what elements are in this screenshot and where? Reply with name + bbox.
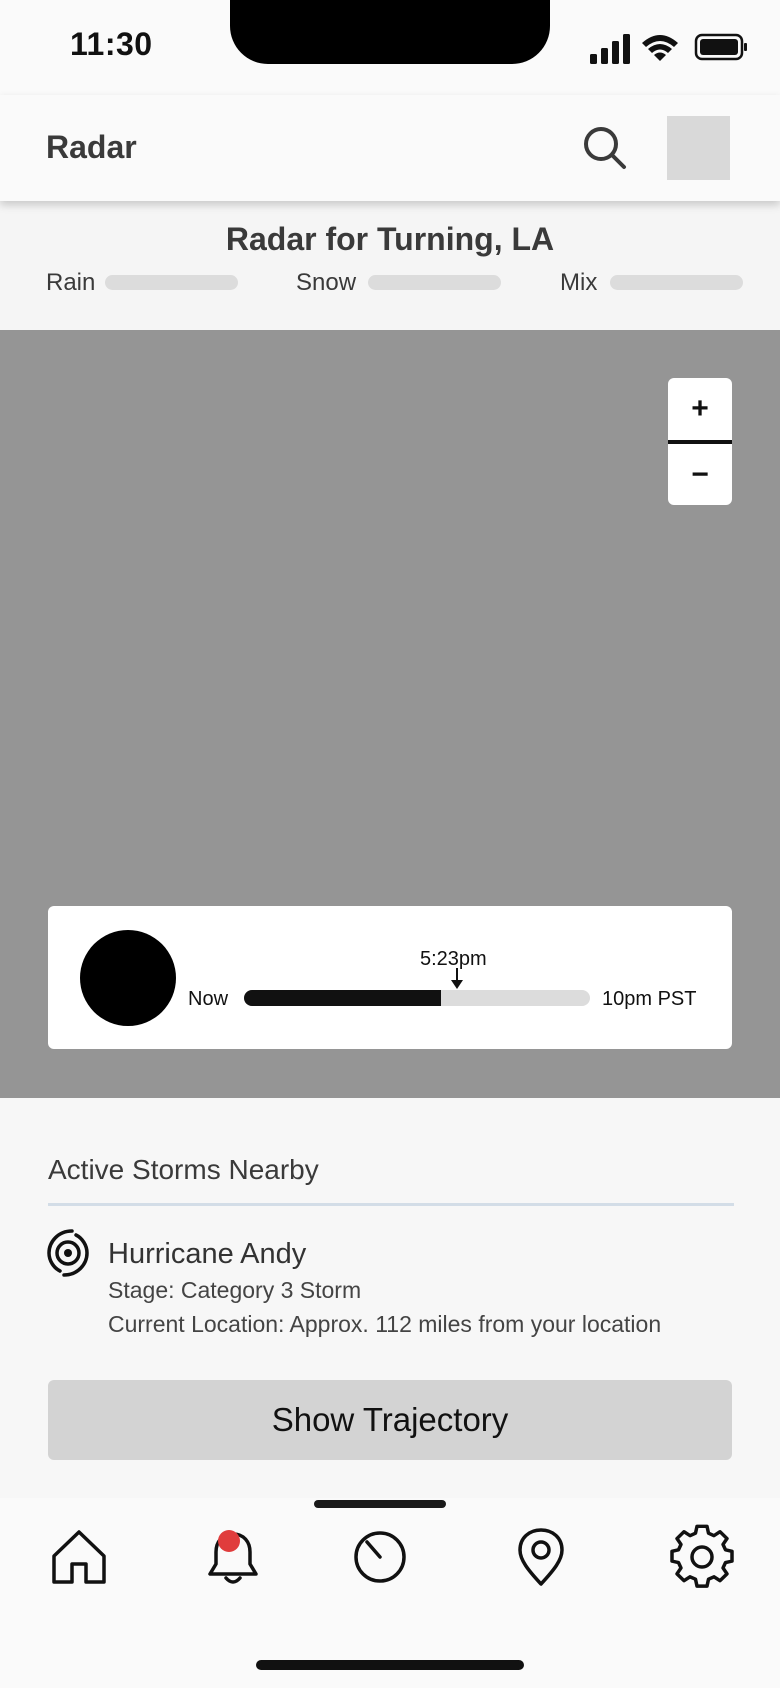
section-title: Active Storms Nearby xyxy=(48,1154,319,1185)
sheet-handle[interactable] xyxy=(314,1500,446,1508)
page-title: Radar xyxy=(46,129,137,165)
battery-icon xyxy=(694,33,747,61)
search-icon xyxy=(584,127,626,169)
legend-label-rain: Rain xyxy=(46,269,96,296)
timeline-panel: Now 5:23pm 10pm PST xyxy=(48,906,732,1049)
notification-badge xyxy=(218,1530,240,1552)
status-icons xyxy=(590,33,747,64)
location-pin-icon xyxy=(518,1528,564,1586)
device-notch xyxy=(230,0,550,64)
cellular-signal-icon xyxy=(590,34,630,64)
gear-icon xyxy=(670,1524,734,1588)
storm-name[interactable]: Hurricane Andy xyxy=(108,1238,306,1271)
storm-stage: Stage: Category 3 Storm xyxy=(108,1277,362,1303)
zoom-out-button[interactable]: − xyxy=(668,444,732,505)
nav-item-home[interactable] xyxy=(44,1522,114,1592)
legend-bar-mix xyxy=(610,275,743,290)
section-divider xyxy=(48,1203,734,1206)
radar-icon xyxy=(354,1531,406,1583)
legend-bar-snow xyxy=(368,275,501,290)
storm-location: Current Location: Approx. 112 miles from… xyxy=(108,1311,662,1337)
status-time: 11:30 xyxy=(70,26,153,62)
app-header: Radar xyxy=(0,95,780,201)
legend-label-mix: Mix xyxy=(560,269,598,296)
show-trajectory-button[interactable]: Show Trajectory xyxy=(48,1380,732,1460)
nav-item-radar[interactable] xyxy=(345,1522,415,1592)
home-icon xyxy=(52,1530,106,1584)
timeline-end-label: 10pm PST xyxy=(602,988,697,1010)
timeline-progress xyxy=(244,990,442,1006)
hurricane-icon xyxy=(47,1229,89,1277)
legend-bar-rain xyxy=(105,275,238,290)
arrow-down-icon xyxy=(451,968,463,989)
zoom-control: + − xyxy=(668,378,732,505)
radar-map[interactable]: + − Now 5:23pm 10pm PST xyxy=(0,330,780,1098)
status-bar: 11:30 xyxy=(0,0,780,95)
timeline-slider[interactable] xyxy=(244,990,590,1006)
zoom-in-button[interactable]: + xyxy=(668,378,732,440)
timeline-start-label: Now xyxy=(188,988,229,1010)
bottom-nav xyxy=(0,1498,780,1688)
search-button[interactable] xyxy=(580,123,630,173)
wifi-icon xyxy=(642,35,678,61)
nav-item-locations[interactable] xyxy=(506,1522,576,1592)
play-button[interactable] xyxy=(80,930,176,1026)
radar-title: Radar for Turning, LA xyxy=(225,221,555,257)
avatar[interactable] xyxy=(667,116,730,180)
nav-item-settings[interactable] xyxy=(667,1522,737,1592)
radar-info: Radar for Turning, LA Rain Snow Mix xyxy=(0,201,780,330)
legend-label-snow: Snow xyxy=(296,269,357,296)
home-indicator xyxy=(256,1660,524,1670)
